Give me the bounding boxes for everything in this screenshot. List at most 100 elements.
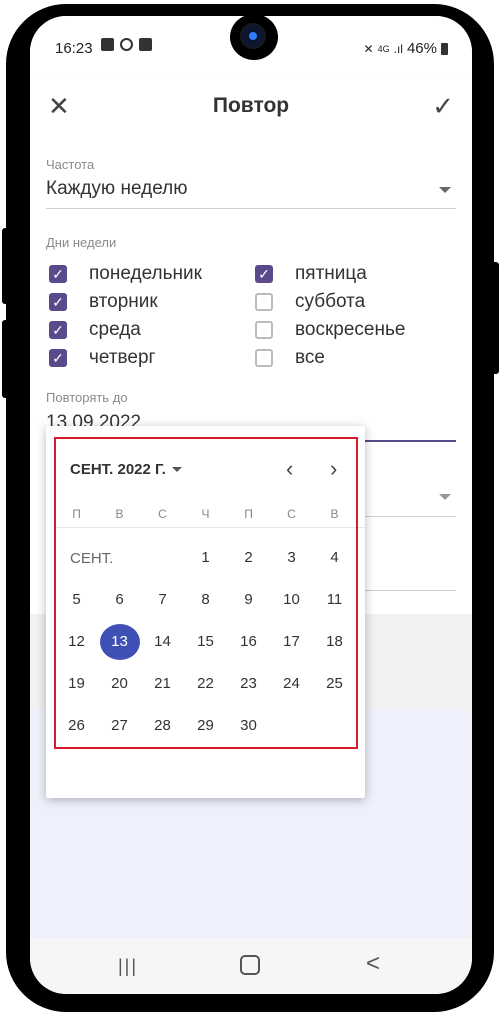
checkbox-checked-icon[interactable]: ✓ bbox=[49, 265, 67, 283]
checkbox-label: воскресенье bbox=[295, 319, 406, 340]
day-cell[interactable]: 26 bbox=[55, 708, 98, 744]
day-cell[interactable]: 15 bbox=[184, 624, 227, 660]
checkbox-label: четверг bbox=[89, 347, 156, 368]
weekday-header: С bbox=[158, 507, 167, 521]
day-cell[interactable]: 10 bbox=[270, 582, 313, 618]
checkbox-unchecked-icon[interactable] bbox=[255, 349, 273, 367]
day-cell[interactable]: 24 bbox=[270, 666, 313, 702]
camera-lens-icon bbox=[242, 25, 264, 47]
checkbox-tuesday[interactable]: ✓ вторник bbox=[49, 291, 158, 313]
checkbox-sunday[interactable]: воскресенье bbox=[255, 319, 405, 341]
mute-icon: ✕ bbox=[363, 41, 374, 56]
checkbox-friday[interactable]: ✓ пятница bbox=[255, 263, 367, 285]
weekday-header: Ч bbox=[201, 507, 210, 521]
checkbox-all[interactable]: все bbox=[255, 347, 325, 369]
dropdown-triangle-icon[interactable] bbox=[171, 467, 182, 472]
day-cell[interactable]: 27 bbox=[98, 708, 141, 744]
day-cell[interactable]: 5 bbox=[55, 582, 98, 618]
app-icon bbox=[139, 38, 152, 51]
weekday-header: П bbox=[244, 507, 253, 521]
day-cell[interactable]: 30 bbox=[227, 708, 270, 744]
frequency-dropdown[interactable]: Каждую неделю bbox=[46, 178, 187, 200]
checkbox-checked-icon[interactable]: ✓ bbox=[49, 321, 67, 339]
day-cell[interactable]: 23 bbox=[227, 666, 270, 702]
day-cell[interactable]: 11 bbox=[313, 582, 356, 618]
weekday-separator bbox=[54, 527, 365, 528]
day-cell[interactable]: 13 bbox=[98, 624, 141, 660]
status-time: 16:23 bbox=[55, 40, 93, 57]
day-cell[interactable]: 2 bbox=[227, 540, 270, 576]
frequency-dropdown-arrow-icon[interactable] bbox=[439, 187, 451, 193]
weekday-header: С bbox=[287, 507, 296, 521]
notification-icons bbox=[101, 38, 152, 51]
signal-icon: .ıl bbox=[393, 41, 403, 56]
selected-day[interactable]: 13 bbox=[99, 624, 140, 660]
day-cell[interactable]: 28 bbox=[141, 708, 184, 744]
frequency-label: Частота bbox=[46, 157, 95, 172]
day-cell[interactable]: 6 bbox=[98, 582, 141, 618]
day-cell[interactable]: 18 bbox=[313, 624, 356, 660]
home-icon[interactable] bbox=[240, 955, 260, 975]
search-icon bbox=[120, 38, 133, 51]
day-cell[interactable]: 8 bbox=[184, 582, 227, 618]
system-navbar: ||| < bbox=[30, 938, 472, 994]
hidden-dropdown-arrow-icon[interactable] bbox=[439, 494, 451, 500]
toolbar: ✕ Повтор ✓ bbox=[30, 80, 472, 144]
day-cell[interactable]: 20 bbox=[98, 666, 141, 702]
page-title: Повтор bbox=[212, 94, 290, 117]
day-cell[interactable]: 1 bbox=[184, 540, 227, 576]
checkbox-checked-icon[interactable]: ✓ bbox=[49, 349, 67, 367]
checkbox-wednesday[interactable]: ✓ среда bbox=[49, 319, 141, 341]
next-month-icon[interactable]: › bbox=[330, 456, 337, 482]
recent-apps-icon[interactable]: ||| bbox=[118, 956, 138, 977]
month-year-selector[interactable]: СЕНТ. 2022 Г. bbox=[70, 461, 182, 478]
date-picker: СЕНТ. 2022 Г. ‹ › ПВСЧПСВ СЕНТ. 12345678… bbox=[46, 426, 365, 798]
status-bar: 16:23 ✕ 4G .ıl 46% bbox=[30, 16, 472, 80]
day-cell[interactable]: 21 bbox=[141, 666, 184, 702]
month-year-label[interactable]: СЕНТ. 2022 Г. bbox=[70, 461, 166, 478]
side-button-right bbox=[489, 262, 499, 374]
repeat-until-label: Повторять до bbox=[46, 390, 128, 405]
day-cell[interactable]: 7 bbox=[141, 582, 184, 618]
frequency-underline bbox=[46, 208, 456, 209]
gallery-icon bbox=[101, 38, 114, 51]
day-cell[interactable]: 25 bbox=[313, 666, 356, 702]
day-cell[interactable]: 12 bbox=[55, 624, 98, 660]
day-cell[interactable]: 14 bbox=[141, 624, 184, 660]
back-icon[interactable]: < bbox=[366, 950, 380, 978]
side-button-left-lower bbox=[2, 320, 12, 398]
checkbox-label: пятница bbox=[295, 263, 367, 284]
day-cell[interactable]: 29 bbox=[184, 708, 227, 744]
month-label: СЕНТ. bbox=[70, 550, 114, 567]
checkbox-checked-icon[interactable]: ✓ bbox=[255, 265, 273, 283]
checkbox-monday[interactable]: ✓ понедельник bbox=[49, 263, 202, 285]
front-camera bbox=[230, 16, 278, 60]
network-type: 4G bbox=[377, 43, 390, 54]
checkbox-label: понедельник bbox=[89, 263, 202, 284]
prev-month-icon[interactable]: ‹ bbox=[286, 456, 293, 482]
checkbox-label: вторник bbox=[89, 291, 158, 312]
battery-icon bbox=[441, 42, 448, 55]
day-cell[interactable]: 3 bbox=[270, 540, 313, 576]
checkbox-label: среда bbox=[89, 319, 141, 340]
day-cell[interactable]: 19 bbox=[55, 666, 98, 702]
weekday-header: В bbox=[115, 507, 124, 521]
confirm-check-icon[interactable]: ✓ bbox=[432, 93, 454, 119]
weekdays-label: Дни недели bbox=[46, 235, 117, 250]
weekday-header: П bbox=[72, 507, 81, 521]
checkbox-thursday[interactable]: ✓ четверг bbox=[49, 347, 155, 369]
checkbox-label: все bbox=[295, 347, 325, 368]
day-cell[interactable]: 4 bbox=[313, 540, 356, 576]
checkbox-saturday[interactable]: суббота bbox=[255, 291, 365, 313]
day-cell[interactable]: 16 bbox=[227, 624, 270, 660]
day-cell[interactable]: 17 bbox=[270, 624, 313, 660]
checkbox-unchecked-icon[interactable] bbox=[255, 293, 273, 311]
day-cell[interactable]: 22 bbox=[184, 666, 227, 702]
checkbox-unchecked-icon[interactable] bbox=[255, 321, 273, 339]
weekday-header: В bbox=[330, 507, 339, 521]
status-right: ✕ 4G .ıl 46% bbox=[364, 40, 448, 57]
day-cell[interactable]: 9 bbox=[227, 582, 270, 618]
checkbox-checked-icon[interactable]: ✓ bbox=[49, 293, 67, 311]
checkbox-label: суббота bbox=[295, 291, 366, 312]
battery-percent: 46% bbox=[406, 40, 437, 57]
